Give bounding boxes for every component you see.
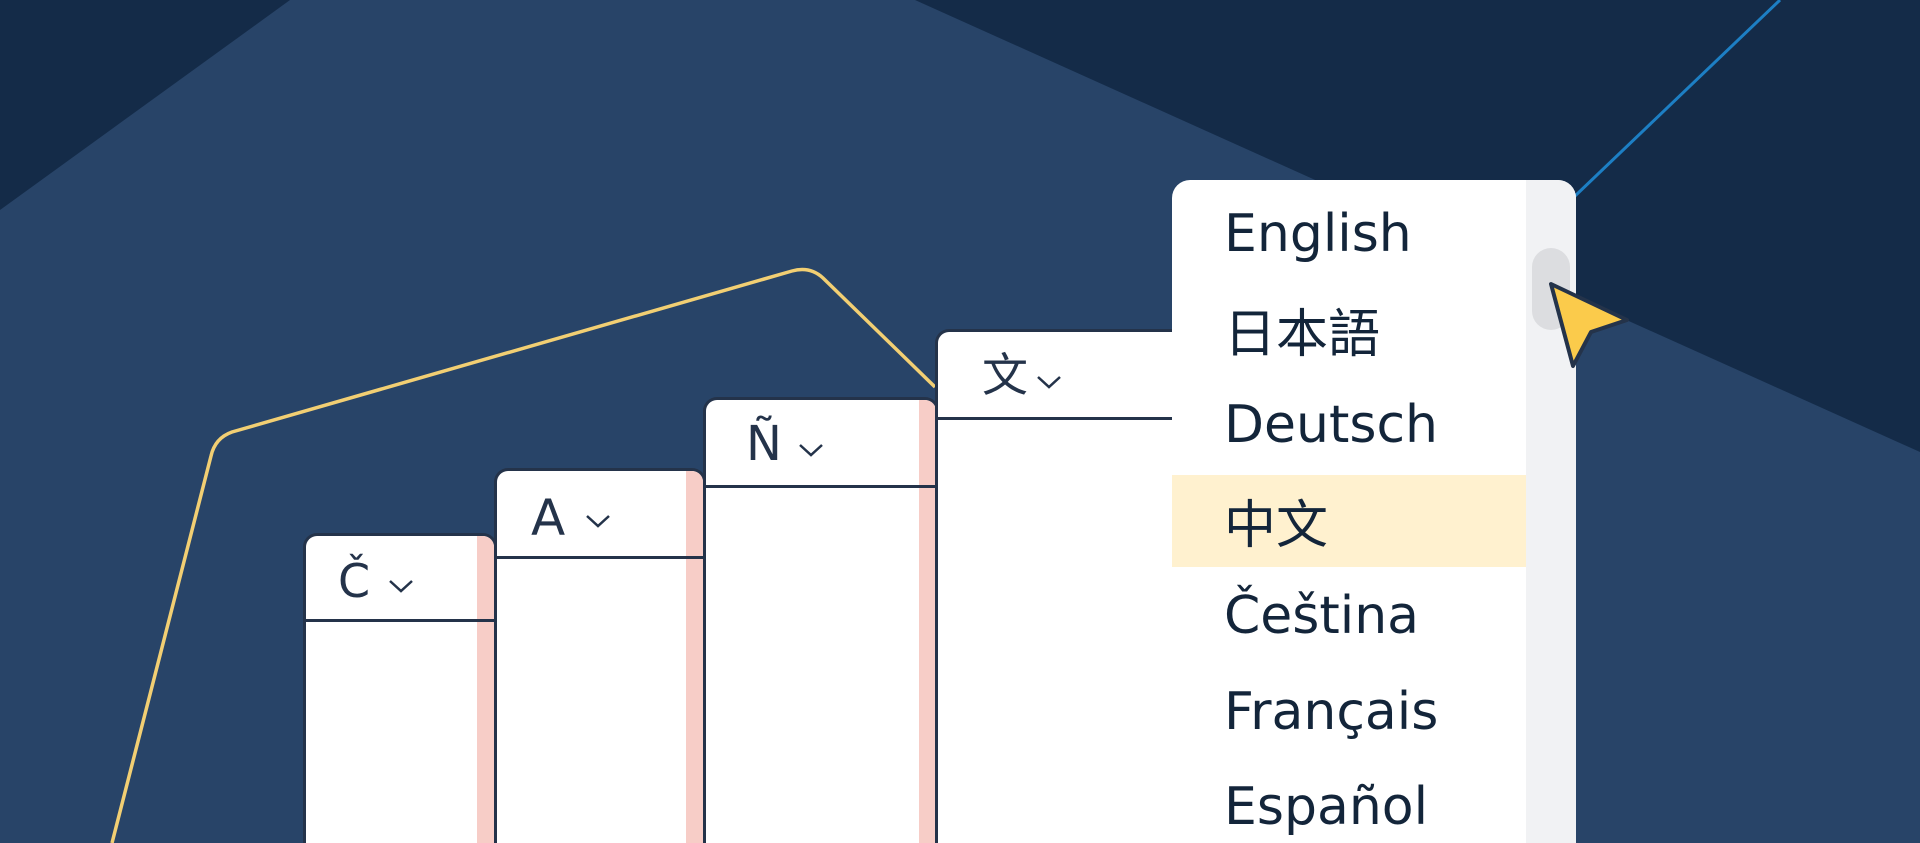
language-option-spanish[interactable]: Español: [1172, 761, 1526, 843]
chevron-down-icon[interactable]: [798, 442, 824, 458]
chevron-down-icon[interactable]: [585, 513, 611, 529]
language-option-japanese[interactable]: 日本語: [1172, 284, 1526, 376]
language-window-latin: A: [494, 468, 706, 843]
chevron-down-icon[interactable]: [388, 578, 414, 594]
card-header: 文: [938, 332, 1192, 420]
glyph-czech: Č: [338, 554, 371, 608]
glyph-chinese: 文: [982, 348, 1028, 402]
language-option-german[interactable]: Deutsch: [1172, 379, 1526, 471]
glyph-spanish: Ñ: [746, 416, 782, 472]
language-option-chinese[interactable]: 中文: [1172, 474, 1526, 567]
glyph-latin: A: [531, 489, 566, 547]
chevron-down-icon[interactable]: [1036, 374, 1062, 390]
language-option-french[interactable]: Français: [1172, 666, 1526, 758]
language-option-english[interactable]: English: [1172, 188, 1526, 280]
language-window-czech: Č: [303, 533, 497, 843]
card-header: Č: [306, 536, 494, 622]
card-header: Ñ: [706, 400, 936, 488]
language-option-czech[interactable]: Čeština: [1172, 570, 1526, 662]
pointer-cursor-icon: [1549, 282, 1629, 368]
language-window-chinese: 文: [935, 329, 1195, 843]
language-dropdown[interactable]: English 日本語 Deutsch 中文 Čeština Français …: [1172, 180, 1576, 843]
illustration-canvas: Č A Ñ 文 English 日本語 Deutsch 中文 Čeština F…: [0, 0, 1920, 843]
language-window-spanish: Ñ: [703, 397, 939, 843]
card-header: A: [497, 471, 703, 559]
